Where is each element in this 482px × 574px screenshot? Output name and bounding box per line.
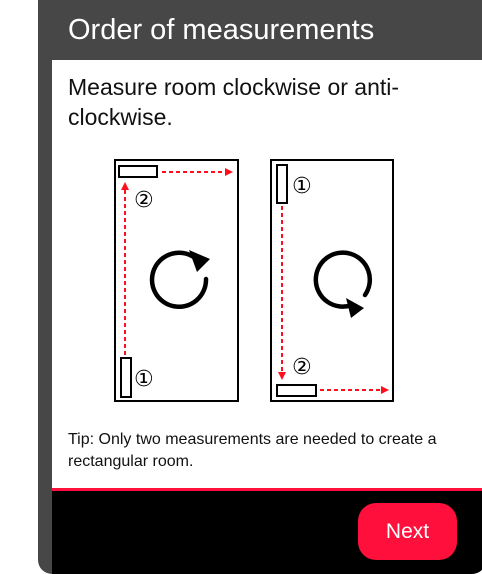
clockwise-second-marker-label: ② (134, 188, 154, 213)
dialog-title: Order of measurements (68, 14, 375, 46)
anticlockwise-rotation-icon (313, 250, 373, 318)
title-bar: Order of measurements (38, 0, 482, 60)
device-frame: Order of measurements Measure room clock… (0, 0, 482, 574)
dialog-footer: Next (52, 491, 482, 574)
content-panel: Measure room clockwise or anti-clockwise… (52, 60, 482, 488)
clockwise-rotation-icon (149, 250, 210, 309)
clockwise-second-wall-marker (118, 165, 158, 178)
dialog-screen: Order of measurements Measure room clock… (38, 0, 482, 574)
next-button[interactable]: Next (358, 503, 457, 560)
anticlockwise-second-marker-label: ② (292, 355, 312, 380)
clockwise-first-wall-marker (120, 357, 132, 398)
clockwise-room-diagram: ① ② (114, 159, 239, 402)
tip-text: Tip: Only two measurements are needed to… (68, 431, 437, 470)
anticlockwise-first-marker-label: ① (292, 174, 312, 199)
anticlockwise-first-wall-marker (276, 164, 288, 204)
measurement-diagrams: ① ② ① ② (114, 159, 394, 402)
clockwise-first-marker-label: ① (134, 367, 154, 392)
anticlockwise-room-outline (270, 159, 394, 402)
anticlockwise-room-diagram: ① ② (270, 159, 394, 402)
anticlockwise-second-wall-marker (276, 384, 317, 397)
